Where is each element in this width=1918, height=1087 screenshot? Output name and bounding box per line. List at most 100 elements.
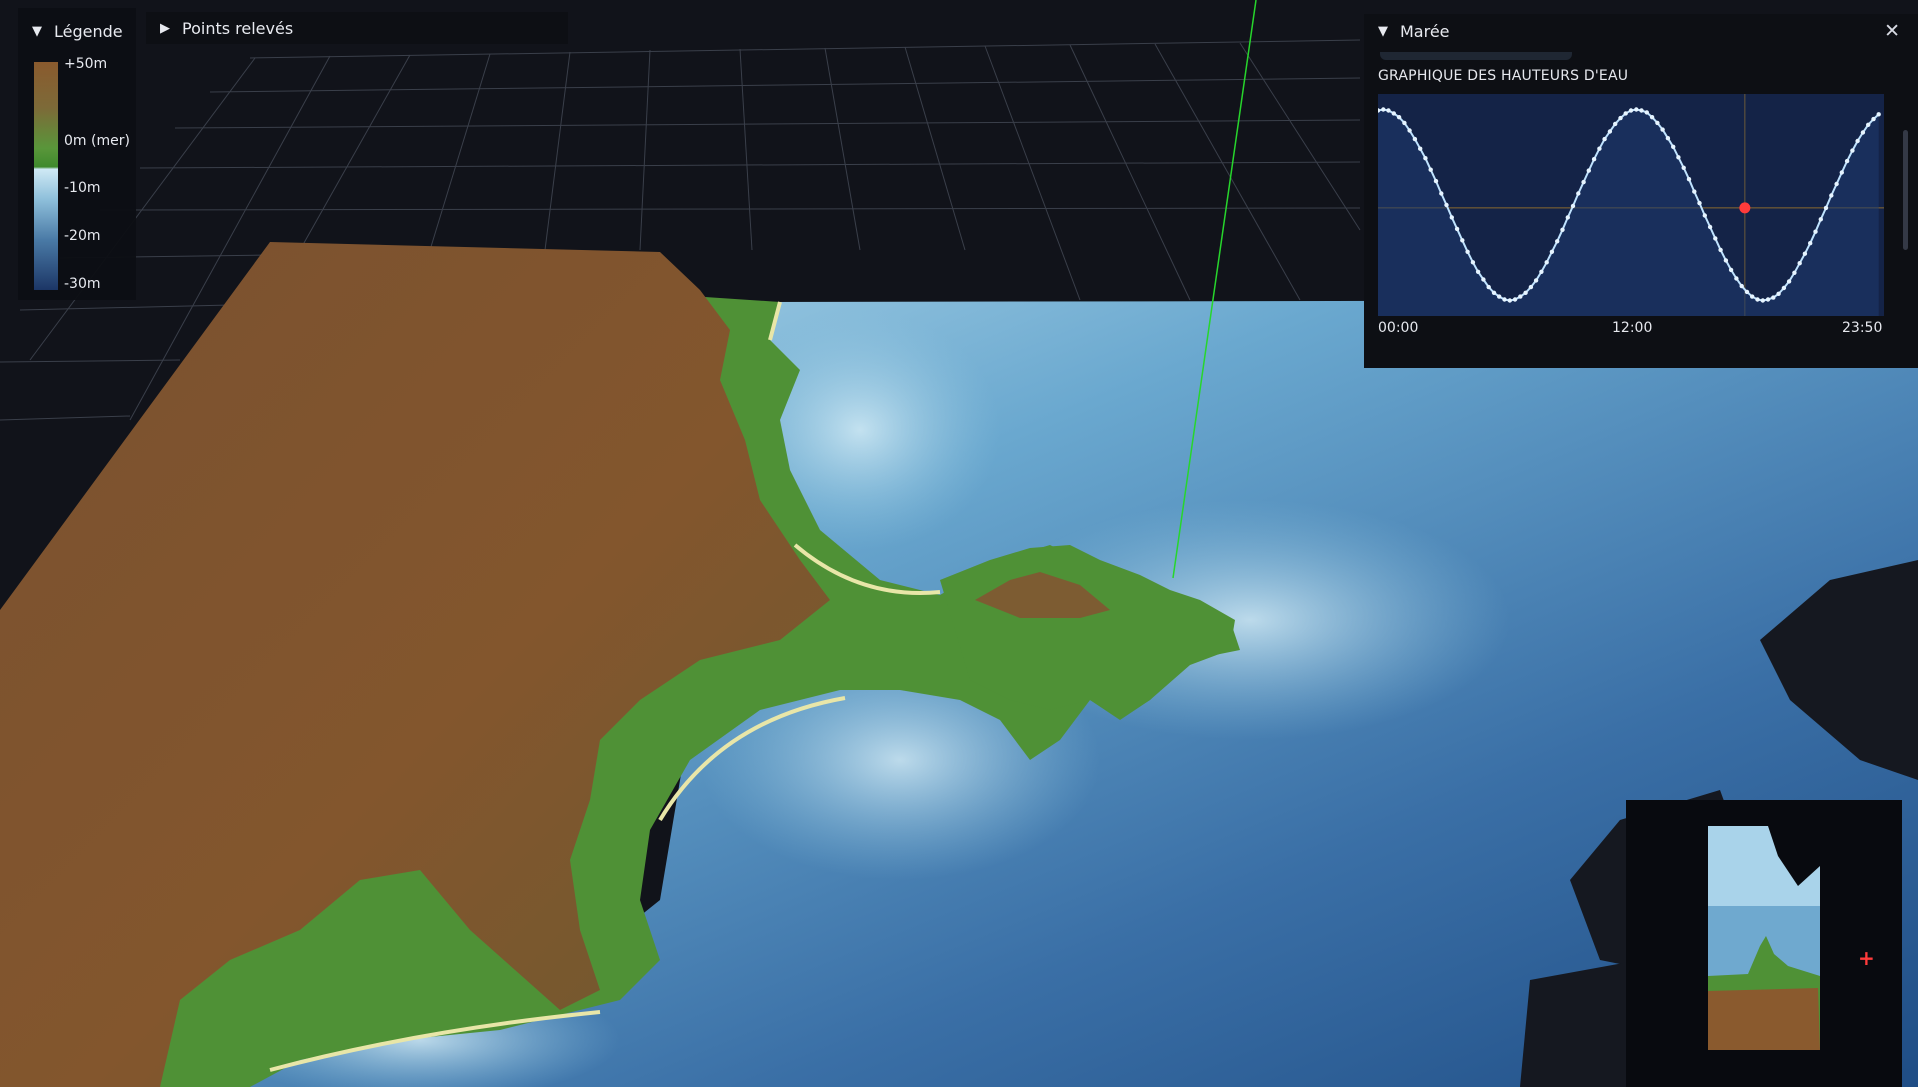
tide-point (1697, 200, 1702, 206)
close-icon[interactable]: ✕ (1884, 20, 1900, 42)
tide-point (1639, 108, 1644, 113)
scrolled-control (1380, 52, 1572, 60)
tide-point (1844, 158, 1850, 164)
tide-point (1792, 270, 1797, 275)
tide-point (1523, 290, 1528, 295)
tide-point (1491, 290, 1497, 295)
tide-point (1823, 205, 1829, 211)
tide-point (1860, 130, 1866, 135)
tide-point (1481, 277, 1486, 282)
tide-point (1602, 136, 1607, 142)
tide-point (1423, 156, 1428, 161)
tide-point (1428, 167, 1433, 172)
tide-point (1776, 291, 1781, 296)
points-header[interactable]: ▶ Points relevés (160, 19, 293, 38)
tide-point (1570, 203, 1576, 209)
tide-point (1818, 217, 1823, 222)
current-tide-marker (1739, 202, 1751, 214)
tide-point (1871, 116, 1876, 122)
collapse-triangle-icon[interactable]: ▼ (32, 24, 42, 39)
tide-point (1866, 122, 1871, 127)
tide-point (1750, 294, 1755, 299)
tide-point (1407, 128, 1412, 133)
tide-point (1671, 144, 1676, 149)
tide-point (1502, 297, 1507, 302)
tide-point (1497, 294, 1502, 299)
tide-point (1454, 226, 1460, 232)
tide-point (1692, 189, 1697, 194)
scrollbar[interactable] (1903, 130, 1908, 250)
tide-point (1549, 249, 1555, 254)
tide-point (1649, 115, 1655, 120)
tide-point (1533, 278, 1539, 283)
legend-label: -10m (64, 180, 101, 196)
tide-point (1744, 289, 1750, 295)
points-panel[interactable]: ▶ Points relevés (146, 12, 568, 44)
tide-point (1381, 107, 1386, 112)
tide-point (1597, 146, 1602, 151)
tide-point (1439, 191, 1444, 196)
tide-point (1802, 251, 1808, 256)
tide-chart[interactable] (1378, 94, 1884, 316)
tide-point (1686, 177, 1692, 182)
tide-point (1555, 239, 1560, 244)
tide-header[interactable]: ▼ Marée (1378, 22, 1450, 41)
collapse-triangle-icon[interactable]: ▼ (1378, 24, 1388, 39)
tide-point (1581, 179, 1586, 185)
tide-point (1586, 168, 1591, 173)
tide-point (1755, 297, 1760, 302)
legend-title: Légende (54, 22, 123, 41)
legend-label: +50m (64, 56, 108, 72)
legend-header[interactable]: ▼ Légende (32, 22, 123, 41)
tide-point (1739, 283, 1744, 289)
tide-point (1539, 269, 1544, 274)
tide-point (1723, 258, 1729, 263)
x-tick-label: 12:00 (1612, 320, 1653, 336)
tide-point (1544, 260, 1549, 265)
tide-point (1786, 279, 1792, 284)
tide-point (1412, 136, 1418, 142)
legend-panel: ▼ Légende +50m 0m (mer) -10m -20m -30m (18, 8, 136, 300)
minimap[interactable]: + (1626, 800, 1902, 1087)
tide-point (1512, 297, 1518, 302)
tide-point (1781, 285, 1787, 291)
x-tick-label: 23:50 (1842, 320, 1883, 336)
tide-point (1728, 267, 1734, 273)
tide-point (1465, 249, 1470, 254)
legend-label: -20m (64, 228, 101, 244)
chart-title: GRAPHIQUE DES HAUTEURS D'EAU (1378, 68, 1629, 84)
legend-color-scale (34, 62, 58, 290)
tide-point (1676, 155, 1681, 160)
tide-point (1613, 121, 1618, 127)
tide-point (1760, 298, 1765, 303)
tide-point (1713, 236, 1718, 241)
tide-point (1607, 129, 1613, 134)
tide-point (1765, 297, 1771, 302)
tide-point (1623, 111, 1628, 116)
tide-point (1418, 146, 1423, 151)
tide-point (1655, 120, 1660, 126)
tide-panel: ▼ Marée ✕ GRAPHIQUE DES HAUTEURS D'EAU 0… (1364, 14, 1918, 368)
tide-point (1660, 127, 1665, 132)
tide-point (1702, 213, 1707, 218)
tide-point (1718, 247, 1723, 253)
tide-point (1507, 298, 1512, 303)
tide-point (1797, 261, 1802, 266)
tide-point (1644, 110, 1649, 115)
tide-title: Marée (1400, 22, 1450, 41)
tide-point (1834, 181, 1839, 187)
tide-point (1402, 120, 1407, 126)
tide-point (1829, 193, 1834, 198)
tide-point (1681, 165, 1686, 170)
tide-point (1707, 224, 1713, 230)
tide-point (1396, 115, 1402, 120)
tide-point (1855, 138, 1860, 144)
tide-point (1665, 136, 1671, 141)
tide-point (1628, 108, 1634, 113)
expand-triangle-icon[interactable]: ▶ (160, 21, 170, 36)
tide-point (1391, 111, 1396, 116)
tide-point (1560, 227, 1565, 232)
tide-point (1449, 215, 1454, 220)
tide-point (1576, 191, 1581, 196)
tide-point (1618, 115, 1623, 121)
